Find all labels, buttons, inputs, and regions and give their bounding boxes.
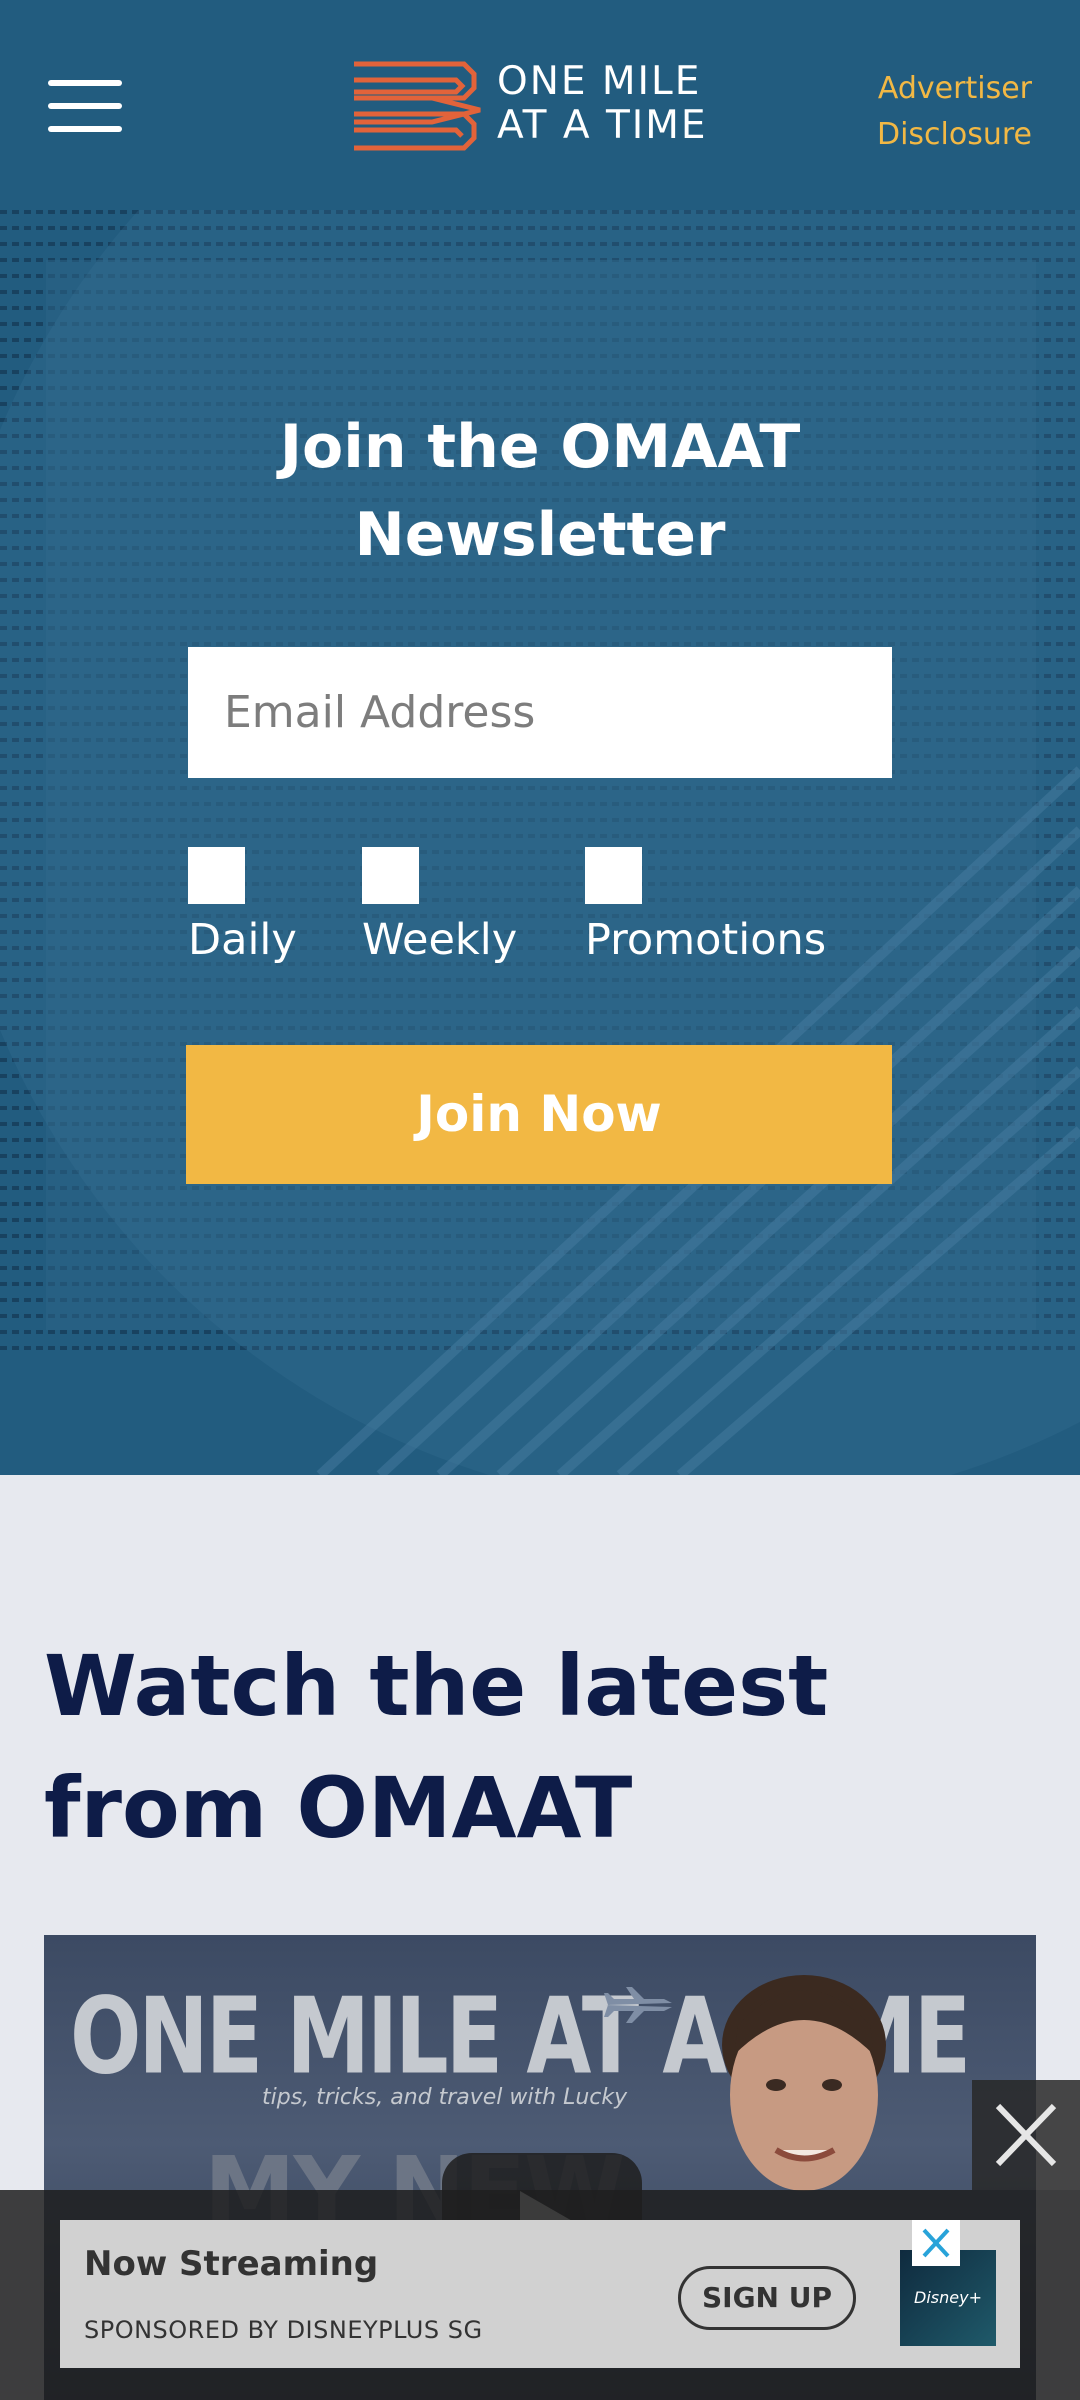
ad-sponsor: SPONSORED BY DISNEYPLUS SG (84, 2316, 483, 2344)
newsletter-section: Join the OMAAT Newsletter Daily Weekly P… (0, 210, 1080, 1475)
checkbox-daily[interactable] (188, 847, 245, 904)
close-overlay-button[interactable] (972, 2080, 1080, 2190)
ad-title: Now Streaming (84, 2244, 379, 2284)
close-icon (995, 2103, 1057, 2167)
site-logo[interactable]: ONE MILE AT A TIME (352, 58, 732, 154)
advertiser-line2: Disclosure (876, 117, 1032, 152)
video-subtitle-text: tips, tricks, and travel with Lucky (262, 2085, 628, 2110)
airplane-icon (604, 1987, 672, 2023)
newsletter-title: Join the OMAAT Newsletter (279, 412, 801, 570)
menu-icon[interactable] (48, 80, 122, 132)
watch-title-line1: Watch the latest (44, 1637, 829, 1735)
newsletter-background-pattern (0, 210, 1080, 1475)
join-now-button[interactable]: Join Now (186, 1045, 892, 1184)
ad-sign-up-button[interactable]: SIGN UP (678, 2266, 856, 2330)
watch-section-title: Watch the latest from OMAAT (44, 1625, 1044, 1869)
checkbox-label-daily: Daily (188, 915, 297, 965)
logo-text-line2: AT A TIME (497, 103, 708, 148)
advertiser-line1: Advertiser (877, 71, 1032, 106)
ad-close-button[interactable] (912, 2220, 960, 2266)
ad-banner[interactable]: Now Streaming SPONSORED BY DISNEYPLUS SG… (60, 2220, 1020, 2368)
advertiser-disclosure-link[interactable]: Advertiser Disclosure (877, 66, 1032, 158)
email-input[interactable] (188, 647, 892, 778)
checkbox-promotions[interactable] (585, 847, 642, 904)
ad-close-icon (922, 2228, 950, 2258)
site-header: ONE MILE AT A TIME Advertiser Disclosure (0, 0, 1080, 210)
watch-title-line2: from OMAAT (44, 1759, 633, 1857)
logo-mark-icon (354, 61, 481, 151)
checkbox-weekly[interactable] (362, 847, 419, 904)
logo-text-line1: ONE MILE (497, 59, 702, 104)
checkbox-label-weekly: Weekly (362, 915, 518, 965)
checkbox-label-promotions: Promotions (585, 915, 827, 965)
